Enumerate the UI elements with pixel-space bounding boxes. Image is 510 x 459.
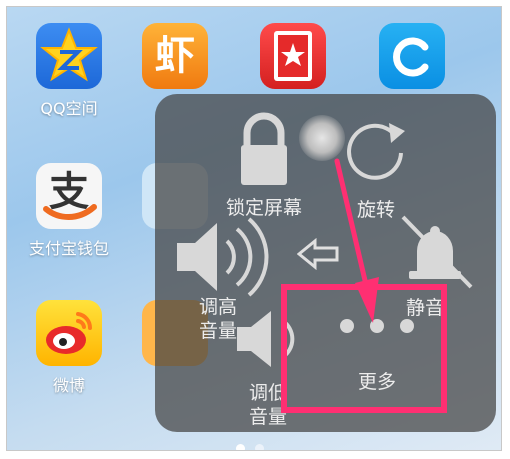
alipay-icon: 支 (36, 163, 102, 229)
refresh-app-icon (393, 37, 429, 77)
bell-muted-icon (401, 215, 473, 289)
app-alipay[interactable]: 支 支付宝钱包 (23, 163, 115, 259)
qq-space-icon (36, 23, 102, 89)
app-weibo[interactable]: 微博 (23, 300, 115, 396)
lock-icon (241, 112, 287, 185)
svg-text:支: 支 (49, 169, 89, 215)
favorites-icon (274, 31, 312, 81)
app-label: 微博 (52, 376, 85, 395)
app-label: QQ空间 (40, 99, 98, 118)
app-refresh[interactable] (379, 23, 445, 89)
page-indicator[interactable] (236, 438, 274, 450)
lock-screen-button[interactable]: 锁定屏幕 (219, 107, 309, 220)
weibo-icon (36, 300, 102, 366)
annotation-arrow-icon (334, 158, 379, 323)
app-qq-space[interactable]: QQ空间 (23, 23, 115, 119)
home-screen: QQ空间 虾 支 支付宝钱包 微博 锁定屏幕 旋转 调高 音量 静音 调低 音量… (6, 6, 502, 451)
speaker-loud-icon (177, 217, 269, 297)
xiami-icon: 虾 (155, 33, 195, 79)
app-favorites[interactable] (260, 23, 326, 89)
app-xiami[interactable]: 虾 (142, 23, 208, 89)
page-dot[interactable] (255, 444, 264, 450)
page-dot-active[interactable] (236, 444, 245, 450)
app-label: 支付宝钱包 (28, 239, 109, 258)
